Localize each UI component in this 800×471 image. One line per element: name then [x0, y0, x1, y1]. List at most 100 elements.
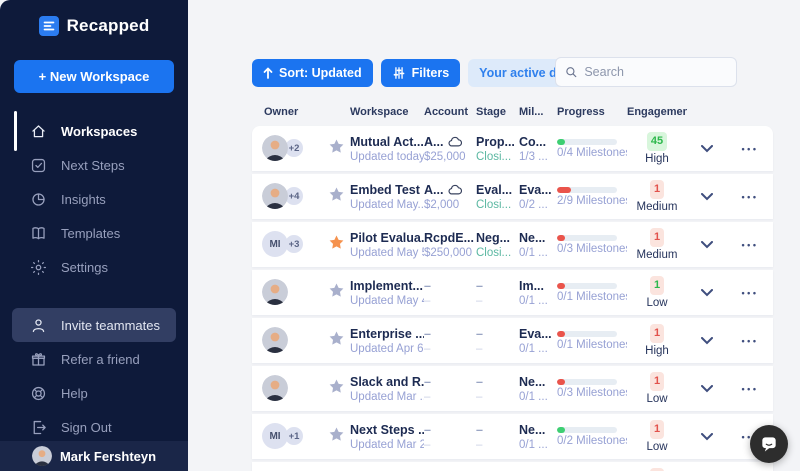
- workspace-cell: Pilot Evalua... Updated May 5: [350, 231, 424, 259]
- expand-row-button[interactable]: [687, 337, 727, 345]
- user-name: Mark Fershteyn: [60, 449, 156, 464]
- search-input[interactable]: [584, 65, 727, 79]
- account-value: $250,000: [424, 247, 476, 259]
- account-name: A...: [424, 135, 443, 149]
- table-row[interactable]: MF Proof of Co... Updated Mar 6 – – – – …: [252, 462, 773, 471]
- sidebar-item-sign-out[interactable]: Sign Out: [0, 410, 188, 444]
- sidebar-item-label: Settings: [61, 260, 108, 275]
- star-icon[interactable]: [328, 186, 345, 203]
- milestone-sub: 0/1 ...: [519, 247, 557, 259]
- milestone-cell: Ne... 0/1 ...: [519, 375, 557, 403]
- star-icon[interactable]: [328, 234, 345, 251]
- star-cell: [328, 330, 350, 352]
- expand-row-button[interactable]: [687, 385, 727, 393]
- user-avatar: [32, 446, 52, 466]
- row-menu-button[interactable]: •••: [727, 240, 773, 250]
- owner-avatar[interactable]: [262, 279, 288, 305]
- app-window: Recapped + New Workspace Workspaces Next…: [0, 0, 800, 471]
- row-menu-button[interactable]: •••: [727, 192, 773, 202]
- stage-name: –: [476, 375, 519, 389]
- table-row[interactable]: +2 Mutual Act... Updated today A... $25,…: [252, 126, 773, 171]
- sidebar: Recapped + New Workspace Workspaces Next…: [0, 0, 188, 471]
- progress-label: 0/2 Milestones: [557, 435, 627, 447]
- workspace-title[interactable]: Enterprise ...: [350, 327, 424, 341]
- milestone-cell: Eva... 0/2 ...: [519, 183, 557, 211]
- progress-label: 0/4 Milestones: [557, 147, 627, 159]
- expand-row-button[interactable]: [687, 145, 727, 153]
- column-header-stage[interactable]: Stage: [476, 106, 519, 118]
- owner-avatar-initials[interactable]: MI: [262, 423, 288, 449]
- expand-row-button[interactable]: [687, 193, 727, 201]
- column-header-account[interactable]: Account: [424, 106, 476, 118]
- star-icon[interactable]: [328, 282, 345, 299]
- row-menu-button[interactable]: •••: [727, 384, 773, 394]
- owner-avatar-initials[interactable]: MI: [262, 231, 288, 257]
- column-header-owner[interactable]: Owner: [252, 106, 328, 118]
- progress-bar-fill: [557, 331, 565, 337]
- sidebar-item-invite-teammates[interactable]: Invite teammates: [12, 308, 176, 342]
- milestone-name: Eva...: [519, 183, 557, 197]
- check-square-icon: [30, 157, 47, 174]
- sidebar-item-help[interactable]: Help: [0, 376, 188, 410]
- account-value: –: [424, 391, 476, 403]
- column-header-progress[interactable]: Progress: [557, 106, 627, 118]
- expand-row-button[interactable]: [687, 289, 727, 297]
- star-icon[interactable]: [328, 426, 345, 443]
- table-row[interactable]: Slack and R... Updated Mar ... – – – – N…: [252, 366, 773, 411]
- column-header-spacer: [687, 106, 727, 118]
- progress-label: 0/1 Milestones: [557, 339, 627, 351]
- expand-row-button[interactable]: [687, 433, 727, 441]
- owner-avatar[interactable]: [262, 327, 288, 353]
- workspace-title[interactable]: Mutual Act...: [350, 135, 424, 149]
- home-icon: [30, 123, 47, 140]
- table-row[interactable]: Enterprise ... Updated Apr 6 – – – – Eva…: [252, 318, 773, 363]
- owner-avatar[interactable]: [262, 135, 288, 161]
- workspace-title[interactable]: Slack and R...: [350, 375, 424, 389]
- sort-button[interactable]: Sort: Updated: [252, 59, 373, 87]
- workspace-title[interactable]: Implement...: [350, 279, 424, 293]
- sidebar-item-label: Sign Out: [61, 420, 112, 435]
- table-row[interactable]: MI +1 Next Steps ... Updated Mar 21 – – …: [252, 414, 773, 459]
- star-icon[interactable]: [328, 378, 345, 395]
- workspace-title[interactable]: Next Steps ...: [350, 423, 424, 437]
- table-row[interactable]: +4 Embed Test Updated May... A... $2,000…: [252, 174, 773, 219]
- milestone-cell: Im... 0/1 ...: [519, 279, 557, 307]
- chevron-down-icon: [701, 145, 713, 153]
- account-cell: – –: [424, 375, 476, 403]
- stage-name: –: [476, 423, 519, 437]
- sidebar-item-templates[interactable]: Templates: [0, 216, 188, 250]
- chat-launcher-button[interactable]: [750, 425, 788, 463]
- owner-cell: MF: [252, 462, 328, 471]
- search-icon: [565, 65, 577, 79]
- workspace-title[interactable]: Pilot Evalua...: [350, 231, 424, 245]
- sidebar-item-settings[interactable]: Settings: [0, 250, 188, 284]
- progress-bar: [557, 235, 617, 241]
- expand-row-button[interactable]: [687, 241, 727, 249]
- row-menu-button[interactable]: •••: [727, 288, 773, 298]
- star-icon[interactable]: [328, 330, 345, 347]
- new-workspace-button[interactable]: + New Workspace: [14, 60, 174, 93]
- progress-bar: [557, 139, 617, 145]
- table-row[interactable]: MI +3 Pilot Evalua... Updated May 5 Rcpd…: [252, 222, 773, 267]
- table-row[interactable]: Implement... Updated May 4 – – – – Im...…: [252, 270, 773, 315]
- logo: Recapped: [0, 0, 188, 36]
- user-profile[interactable]: Mark Fershteyn: [0, 441, 188, 471]
- column-header-workspace[interactable]: Workspace: [350, 106, 424, 118]
- owner-avatar[interactable]: [262, 183, 288, 209]
- workspace-cell: Mutual Act... Updated today: [350, 135, 424, 163]
- row-menu-button[interactable]: •••: [727, 144, 773, 154]
- row-menu-button[interactable]: •••: [727, 336, 773, 346]
- sidebar-item-next-steps[interactable]: Next Steps: [0, 148, 188, 182]
- workspace-cell: Embed Test Updated May...: [350, 183, 424, 211]
- column-header-engagement[interactable]: Engagement: [627, 106, 687, 118]
- owner-avatar[interactable]: [262, 375, 288, 401]
- star-icon[interactable]: [328, 138, 345, 155]
- sidebar-item-insights[interactable]: Insights: [0, 182, 188, 216]
- column-header-milestones[interactable]: Mil...: [519, 106, 557, 118]
- account-cell: RcpdE... $250,000: [424, 231, 476, 259]
- workspace-title[interactable]: Embed Test: [350, 183, 424, 197]
- filters-button[interactable]: Filters: [381, 59, 461, 87]
- account-value: $2,000: [424, 199, 476, 211]
- sidebar-item-workspaces[interactable]: Workspaces: [0, 114, 188, 148]
- sidebar-item-refer-a-friend[interactable]: Refer a friend: [0, 342, 188, 376]
